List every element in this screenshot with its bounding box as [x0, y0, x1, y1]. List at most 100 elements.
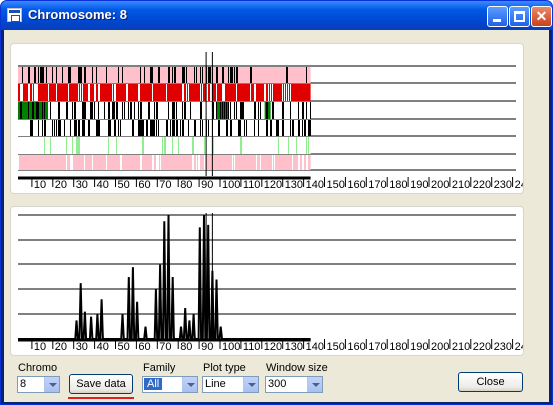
heatmap-cell: [254, 120, 255, 136]
heatmap-cell: [200, 102, 202, 119]
heatmap-cell: [228, 67, 229, 83]
heatmap-cell: [58, 120, 60, 136]
heatmap-cell: [302, 120, 303, 136]
heatmap-cell: [140, 155, 142, 170]
x-tick-label: 140: [306, 179, 324, 191]
chromo-select[interactable]: 8: [17, 376, 60, 393]
heatmap-cell: [118, 67, 119, 83]
x-tick-label: 20: [55, 341, 67, 353]
heatmap-cell: [146, 120, 148, 136]
heatmap-cell: [196, 67, 197, 83]
chromo-label: Chromo: [18, 362, 58, 374]
heatmap-cell: [260, 155, 261, 170]
maximize-button[interactable]: [509, 6, 530, 27]
x-tick-label: 40: [97, 179, 109, 191]
heatmap-cell: [310, 120, 311, 136]
heatmap-cell: [88, 84, 90, 101]
heatmap-cell: [126, 84, 128, 101]
heatmap-cell: [156, 120, 157, 136]
heatmap-chart[interactable]: 10 20 30 40 50 60 70 80 90 100 110 120 130 140 150 160 1…: [11, 44, 533, 193]
heatmap-cell: [88, 120, 90, 136]
save-data-button[interactable]: Save data: [69, 374, 133, 394]
chevron-down-icon[interactable]: [307, 377, 322, 392]
heatmap-cell: [76, 120, 77, 136]
close-button[interactable]: Close: [458, 372, 523, 392]
client-area: 10 20 30 40 50 60 70 80 90 100 110 120 130 140 150 160 1…: [4, 30, 549, 402]
line-chart[interactable]: 10 20 30 40 50 60 70 80 90 100 110 120 130 140 150 160 1…: [11, 207, 533, 355]
x-tick-label: 130: [285, 179, 303, 191]
heatmap-cell: [104, 102, 105, 119]
line-series: [18, 214, 311, 340]
heatmap-cell: [222, 67, 224, 83]
heatmap-cell: [50, 102, 51, 119]
heatmap-cell: [192, 155, 194, 170]
heatmap-cell: [92, 102, 93, 119]
family-label: Family: [143, 362, 176, 374]
close-window-button[interactable]: ✕: [531, 6, 552, 27]
heatmap-cell: [120, 120, 121, 136]
chevron-down-icon[interactable]: [243, 377, 258, 392]
x-tick-label: 100: [222, 179, 240, 191]
window-title: Chromosome: 8: [28, 7, 127, 22]
heatmap-cell: [224, 102, 225, 119]
window-app-icon[interactable]: [7, 8, 22, 22]
x-tick-label: 240: [515, 179, 523, 191]
x-tick-label: 130: [285, 341, 303, 353]
heatmap-cell: [230, 67, 232, 83]
heatmap-cell: [98, 102, 99, 119]
heatmap-cell: [234, 102, 235, 119]
heatmap-cell: [80, 67, 82, 83]
heatmap-cell: [182, 102, 183, 119]
heatmap-cell: [236, 102, 237, 119]
heatmap-cell: [202, 84, 203, 101]
heatmap-cell: [22, 84, 23, 101]
heatmap-cell: [92, 67, 93, 83]
heatmap-cell: [72, 137, 73, 154]
heatmap-cell: [302, 155, 304, 170]
window-size-value: 300: [268, 378, 287, 390]
heatmap-cell: [152, 120, 154, 136]
heatmap-cell: [174, 102, 175, 119]
x-tick-label: 110: [243, 341, 261, 353]
heatmap-cell: [200, 67, 201, 83]
heatmap-cell: [68, 67, 70, 83]
heatmap-cell: [122, 67, 123, 83]
x-tick-label: 120: [264, 179, 282, 191]
heatmap-cell: [290, 102, 291, 119]
heatmap-cell: [224, 84, 225, 101]
x-tick-label: 70: [159, 341, 171, 353]
plot-type-select[interactable]: Line: [202, 376, 259, 393]
heatmap-cell: [28, 102, 29, 119]
annotation-underline: [68, 397, 134, 399]
heatmap-cell: [158, 120, 159, 136]
heatmap-cell: [256, 155, 257, 170]
heatmap-cell: [216, 102, 217, 119]
heatmap-cell: [272, 84, 273, 101]
heatmap-cell: [116, 102, 118, 119]
heatmap-cell: [178, 137, 179, 154]
heatmap-cell: [54, 120, 55, 136]
x-tick-label: 60: [138, 341, 150, 353]
chevron-down-icon[interactable]: [182, 377, 197, 392]
x-tick-label: 190: [410, 179, 428, 191]
heatmap-cell: [240, 102, 242, 119]
heatmap-chart-panel: 10 20 30 40 50 60 70 80 90 100 110 120 130 140 150 160 1…: [10, 43, 533, 194]
title-bar[interactable]: Chromosome: 8 ✕: [1, 1, 552, 30]
heatmap-cell: [240, 137, 242, 154]
family-select[interactable]: All: [142, 376, 198, 393]
heatmap-cell: [138, 84, 140, 101]
heatmap-cell: [60, 120, 61, 136]
heatmap-cell: [160, 155, 161, 170]
x-tick-label: 180: [389, 341, 407, 353]
x-tick-label: 210: [452, 341, 470, 353]
minimize-button[interactable]: [487, 6, 508, 27]
heatmap-cell: [220, 102, 221, 119]
heatmap-cell: [32, 84, 33, 101]
window-size-select[interactable]: 300: [265, 376, 323, 393]
chevron-down-icon[interactable]: [44, 377, 59, 392]
heatmap-cell: [250, 84, 251, 101]
heatmap-cell: [82, 84, 83, 101]
heatmap-cell: [20, 84, 22, 101]
heatmap-cell: [70, 155, 72, 170]
heatmap-cell: [64, 120, 65, 136]
